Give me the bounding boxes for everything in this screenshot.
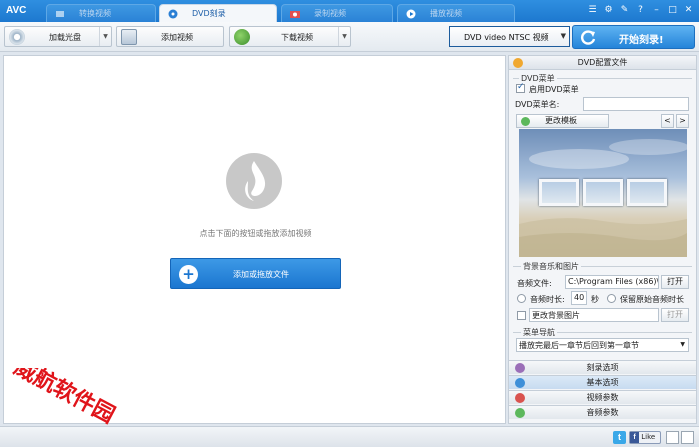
menu-template-preview [519,129,687,257]
change-template-button[interactable]: 更改模板 [516,114,609,128]
prev-template-button[interactable]: < [661,114,674,128]
plus-icon: + [179,265,198,284]
open-bg-button[interactable]: 打开 [661,308,689,322]
menu-navigation-select[interactable]: 播放完最后一章节后回到第一章节 ▼ [516,338,689,352]
tab-dvd-burn-label: DVD刻录 [192,9,226,18]
tab-dvd-burn[interactable]: DVD刻录 [159,4,277,22]
chevron-down-icon: ▼ [680,341,685,348]
add-video-button[interactable]: 添加视频 [116,26,224,47]
open-audio-button[interactable]: 打开 [661,275,689,289]
maximize-icon[interactable]: □ [666,4,679,17]
basic-options-icon [515,378,525,388]
gear-icon[interactable]: ⚙ [602,4,615,17]
download-video-label: 下载视频 [281,33,313,42]
dvd-menu-group-title: DVD菜单 [519,73,557,84]
audio-params-label: 音频参数 [586,408,619,417]
start-burn-button[interactable]: 开始刻录! [572,25,695,49]
add-video-label: 添加视频 [161,33,193,42]
template-frame [583,179,623,206]
record-icon [290,9,300,19]
globe-icon [234,29,250,45]
list-view-icon[interactable] [666,431,679,444]
change-bg-input[interactable]: 更改背景图片 [529,308,659,322]
dvd-menu-name-label: DVD菜单名: [515,100,560,109]
template-frame [627,179,667,206]
audio-file-label: 音频文件: [517,279,552,288]
add-files-button[interactable]: + 添加或拖放文件 [170,258,341,289]
minimize-icon[interactable]: – [650,4,663,17]
load-disc-label: 加载光盘 [49,33,81,42]
panel-title: DVD配置文件 [577,58,628,67]
change-bg-checkbox[interactable] [517,311,526,320]
download-video-button[interactable]: 下载视频 ▼ [229,26,351,47]
tab-record-video[interactable]: 录制视频 [281,4,393,22]
facebook-like-button[interactable]: f Like [629,431,661,444]
audio-file-path-input[interactable]: C:\Program Files (x86)\A [565,275,659,289]
audio-duration-radio[interactable] [517,294,526,303]
window-controls: ☰ ⚙ ✎ ? – □ ✕ [586,4,695,17]
panel-toggle-icon[interactable] [681,431,694,444]
chevron-down-icon: ▼ [560,32,566,40]
help-icon[interactable]: ? [634,4,647,17]
title-bar: AVC 转换视频 DVD刻录 录制视频 播放视频 ☰ ⚙ ✎ ? – □ ✕ [0,0,699,22]
disc-load-icon [9,29,25,45]
tab-convert-video[interactable]: 转换视频 [46,4,156,22]
nav-group-title: 菜单导航 [521,327,557,338]
facebook-like-label: Like [641,433,656,441]
watermark: 威航软件园 [2,354,152,447]
audio-params-section[interactable]: 音频参数 [509,405,696,419]
load-disc-button[interactable]: 加载光盘 ▼ [4,26,112,47]
keep-original-label: 保留原始音频时长 [620,295,684,304]
seconds-label: 秒 [591,295,599,304]
watermark-text: 威航软件园 [10,368,119,429]
burn-options-icon [515,363,525,373]
app-logo: AVC [6,5,27,16]
basic-options-section[interactable]: 基本选项 [509,375,696,389]
wrench-icon[interactable]: ✎ [618,4,631,17]
keep-original-radio[interactable] [607,294,616,303]
dvd-menu-name-input[interactable] [583,97,689,111]
start-burn-label: 开始刻录! [619,35,664,46]
dvd-settings-panel: DVD配置文件 DVD菜单 启用DVD菜单 DVD菜单名: 更改模板 < > 背… [508,55,697,424]
burn-options-label: 刻录选项 [586,363,619,372]
enable-dvd-menu-checkbox[interactable] [516,82,525,93]
audio-duration-label: 音频时长: [530,295,565,304]
output-format-value: DVD video NTSC 视频 [464,33,549,42]
flame-logo-icon [224,151,284,211]
disc-icon [168,9,178,19]
convert-icon [55,9,65,19]
basic-options-label: 基本选项 [586,378,619,387]
chevron-down-icon[interactable]: ▼ [338,27,350,46]
drop-hint: 点击下面的按钮或拖放添加视频 [199,229,312,238]
video-params-section[interactable]: 视频参数 [509,390,696,404]
menu-navigation-value: 播放完最后一章节后回到第一章节 [519,341,639,350]
tab-play-label: 播放视频 [430,9,462,18]
profile-icon [513,58,523,68]
tab-play-video[interactable]: 播放视频 [397,4,515,22]
bg-group-title: 背景音乐和图片 [521,261,581,272]
film-add-icon [121,29,137,45]
video-params-label: 视频参数 [586,393,619,402]
chevron-down-icon[interactable]: ▼ [99,27,111,46]
template-frame [539,179,579,206]
add-files-label: 添加或拖放文件 [233,270,289,279]
audio-params-icon [515,408,525,418]
refresh-icon [579,29,597,47]
next-template-button[interactable]: > [676,114,689,128]
close-icon[interactable]: ✕ [682,4,695,17]
burn-options-section[interactable]: 刻录选项 [509,360,696,374]
tab-convert-label: 转换视频 [79,9,111,18]
enable-dvd-menu-label: 启用DVD菜单 [529,85,579,94]
play-icon [406,9,416,19]
menu-icon[interactable]: ☰ [586,4,599,17]
change-template-label: 更改模板 [545,116,577,125]
facebook-icon: f [630,432,639,443]
video-params-icon [515,393,525,403]
twitter-icon[interactable]: t [613,431,626,444]
panel-header: DVD配置文件 [509,56,696,70]
tab-record-label: 录制视频 [314,9,346,18]
audio-duration-input[interactable]: 40 [571,291,587,305]
output-format-select[interactable]: DVD video NTSC 视频 ▼ [449,26,570,47]
edit-icon [521,117,530,126]
